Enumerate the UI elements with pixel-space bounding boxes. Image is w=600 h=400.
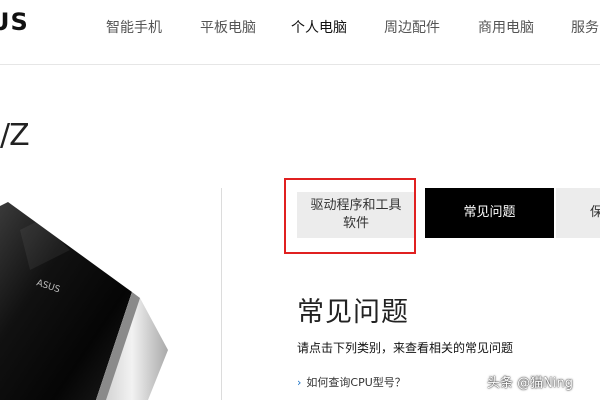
nav-item-services[interactable]: 服务 <box>571 17 599 37</box>
tab-faq-label: 常见问题 <box>463 205 516 220</box>
chevron-right-icon: › <box>297 375 302 389</box>
faq-link-label: 如何查询CPU型号？ <box>306 376 406 389</box>
nav-item-tablets[interactable]: 平板电脑 <box>200 17 256 37</box>
nav-item-smartphones[interactable]: 智能手机 <box>106 17 162 37</box>
nav-item-accessories[interactable]: 周边配件 <box>384 17 440 37</box>
laptop-illustration: ASUS <box>0 202 168 400</box>
tab-drivers-and-tools[interactable]: 驱动程序和工具软件 <box>297 192 415 238</box>
watermark: 头条 @猫Ning <box>487 376 573 391</box>
product-title: /Z <box>0 118 30 153</box>
tab-faq[interactable]: 常见问题 <box>425 188 554 238</box>
nav-divider <box>0 64 600 65</box>
product-image: ASUS <box>0 190 200 400</box>
vertical-separator <box>221 188 222 400</box>
page: US 智能手机 平板电脑 个人电脑 周边配件 商用电脑 服务 /Z <box>0 0 600 400</box>
tab-warranty[interactable]: 保 <box>556 188 600 238</box>
nav-item-business-pcs[interactable]: 商用电脑 <box>478 17 534 37</box>
faq-heading: 常见问题 <box>297 297 409 328</box>
tab-drivers-label: 驱动程序和工具软件 <box>310 198 402 231</box>
brand-logo-text: US <box>0 8 29 36</box>
faq-subtitle: 请点击下列类别，来查看相关的常见问题 <box>297 341 514 355</box>
tab-warranty-label: 保 <box>590 205 600 220</box>
faq-link-cpu-model[interactable]: › 如何查询CPU型号？ <box>297 374 406 390</box>
top-navigation: US 智能手机 平板电脑 个人电脑 周边配件 商用电脑 服务 <box>0 0 600 54</box>
nav-item-personal-computers[interactable]: 个人电脑 <box>291 17 347 37</box>
